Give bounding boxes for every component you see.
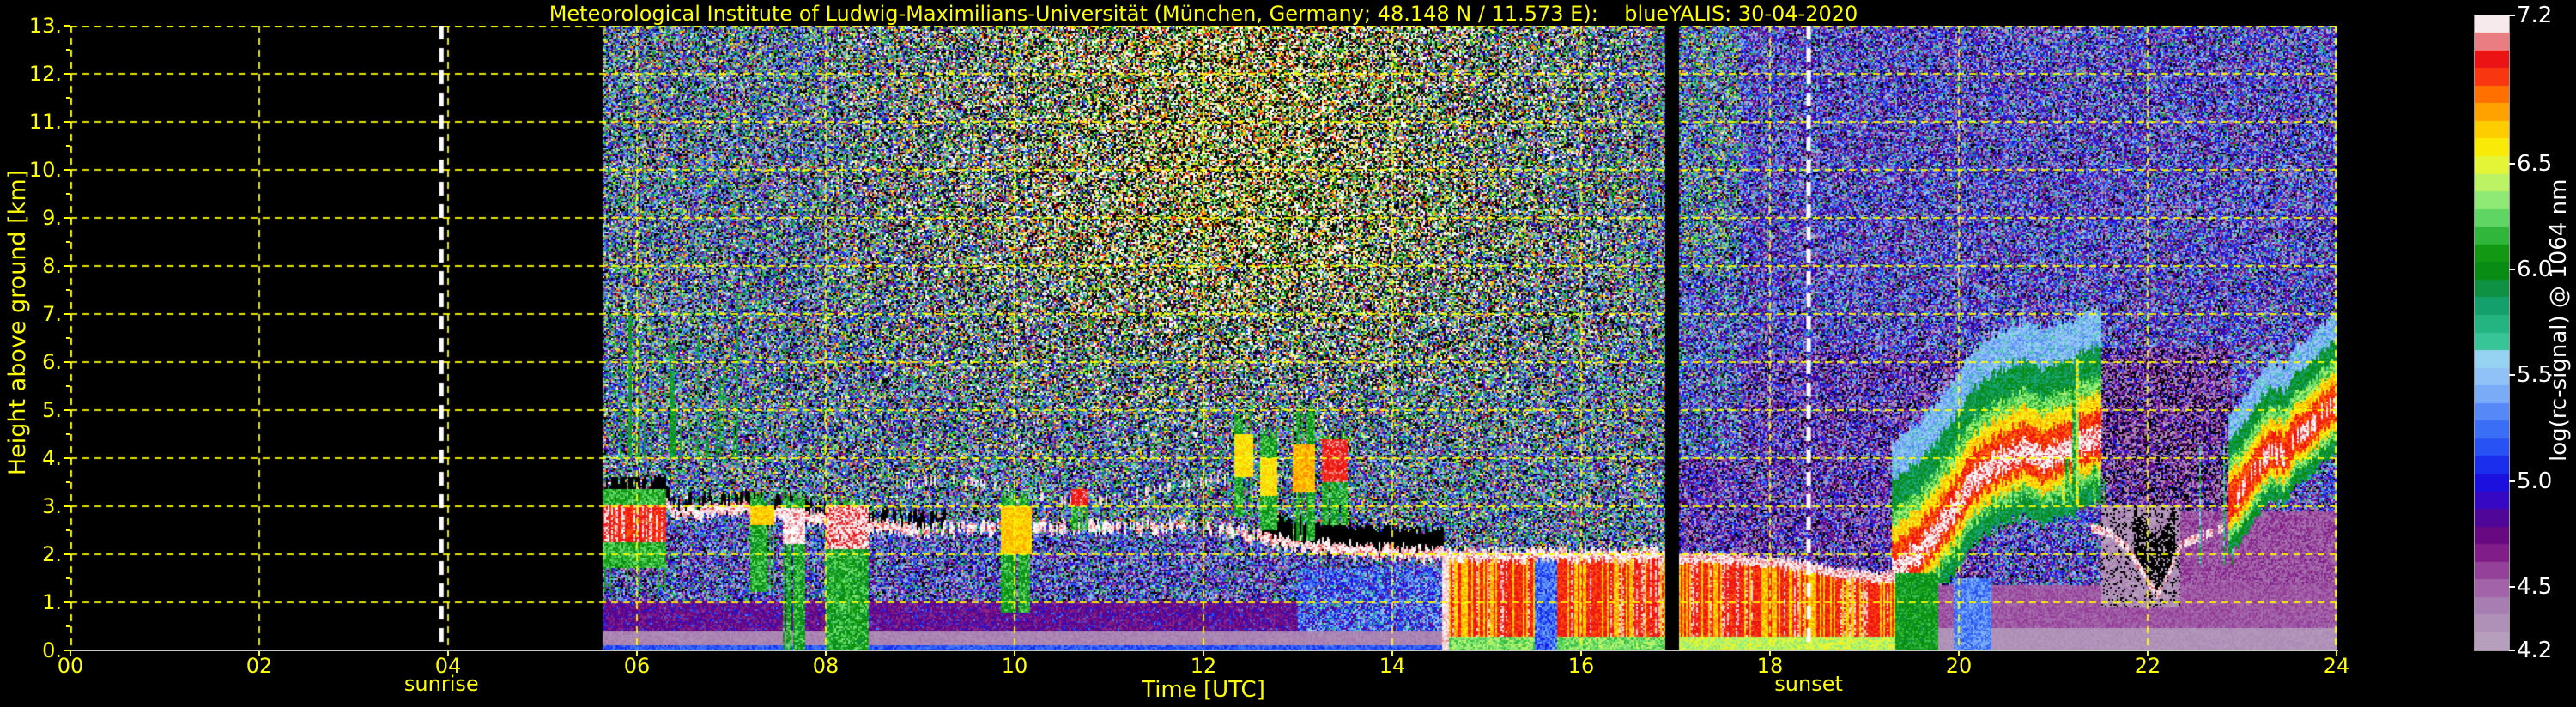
y-minor-tick-mark [66,625,70,627]
colorbar-tick-label: 6.5 [2517,150,2553,177]
x-tick-label: 06 [623,654,651,678]
x-axis-label: Time [UTC] [1142,677,1265,703]
x-tick-label: 00 [57,654,84,678]
y-minor-tick-mark [66,577,70,579]
y-minor-tick-mark [66,241,70,243]
x-tick-mark [2336,651,2337,656]
x-tick-mark [1014,651,1015,656]
x-tick-label: 14 [1379,654,1406,678]
x-tick-mark [1769,651,1771,656]
y-tick-label: 13. [28,14,62,38]
colorbar-tick-mark [2509,15,2515,16]
y-tick-label: 7. [42,302,62,326]
y-tick-mark [64,169,70,171]
y-tick-label: 9. [42,206,62,230]
y-tick-mark [64,313,70,315]
x-tick-label: 22 [2134,654,2161,678]
y-minor-tick-mark [66,289,70,291]
y-tick-mark [64,25,70,27]
x-tick-mark [447,651,449,656]
colorbar-tick-label: 7.2 [2517,3,2553,28]
x-tick-mark [825,651,827,656]
colorbar-tick-label: 5.0 [2517,468,2553,494]
x-tick-mark [70,651,71,656]
y-tick-mark [64,121,70,123]
lidar-quicklook-page: Meteorological Institute of Ludwig-Maxim… [0,0,2576,707]
page-title: Meteorological Institute of Ludwig-Maxim… [549,2,1858,26]
colorbar-tick-mark [2509,269,2515,270]
y-minor-tick-mark [66,97,70,99]
y-tick-mark [64,73,70,75]
y-minor-tick-mark [66,193,70,195]
colorbar-tick-mark [2509,480,2515,482]
y-minor-tick-mark [66,49,70,51]
x-tick-mark [1958,651,1960,656]
x-tick-mark [258,651,260,656]
y-tick-label: 4. [42,446,62,470]
y-tick-label: 11. [28,110,62,134]
y-minor-tick-mark [66,337,70,339]
colorbar-label: log(rc-signal) @ 1064 nm [2546,178,2572,462]
y-tick-label: 3. [42,494,62,518]
y-tick-label: 8. [42,254,62,278]
colorbar [2474,15,2510,651]
y-minor-tick-mark [66,385,70,387]
y-tick-label: 12. [28,62,62,86]
x-tick-mark [1203,651,1204,656]
colorbar-tick-label: 4.5 [2517,574,2553,600]
x-tick-mark [2147,651,2149,656]
x-tick-label: 10 [1001,654,1028,678]
y-tick-label: 5. [42,398,62,422]
y-tick-mark [64,217,70,219]
x-tick-mark [636,651,638,656]
sunrise-annotation: sunrise [403,672,479,696]
y-tick-label: 2. [42,542,62,566]
y-minor-tick-mark [66,145,70,147]
colorbar-tick-mark [2509,586,2515,588]
y-tick-label: 1. [42,590,62,614]
x-tick-label: 02 [245,654,273,678]
x-tick-label: 08 [812,654,839,678]
y-minor-tick-mark [66,481,70,483]
y-tick-mark [64,409,70,411]
lidar-heatmap-canvas [70,26,2337,650]
y-tick-mark [64,601,70,603]
colorbar-tick-label: 4.2 [2517,638,2553,663]
x-tick-label: 16 [1567,654,1595,678]
y-tick-mark [64,265,70,267]
colorbar-tick-mark [2509,374,2515,377]
y-minor-tick-mark [66,433,70,435]
colorbar-tick-mark [2509,650,2515,651]
colorbar-tick-mark [2509,162,2515,165]
y-tick-mark [64,457,70,459]
y-tick-mark [64,553,70,555]
x-tick-label: 12 [1190,654,1217,678]
x-tick-mark [1580,651,1582,656]
x-tick-mark [1391,651,1393,656]
x-tick-label: 24 [2323,654,2350,678]
y-tick-mark [64,505,70,507]
x-tick-label: 20 [1945,654,1973,678]
y-minor-tick-mark [66,529,70,531]
sunset-annotation: sunset [1774,672,1843,696]
y-tick-mark [64,361,70,363]
y-tick-label: 10. [28,158,62,182]
y-tick-label: 6. [42,350,62,374]
